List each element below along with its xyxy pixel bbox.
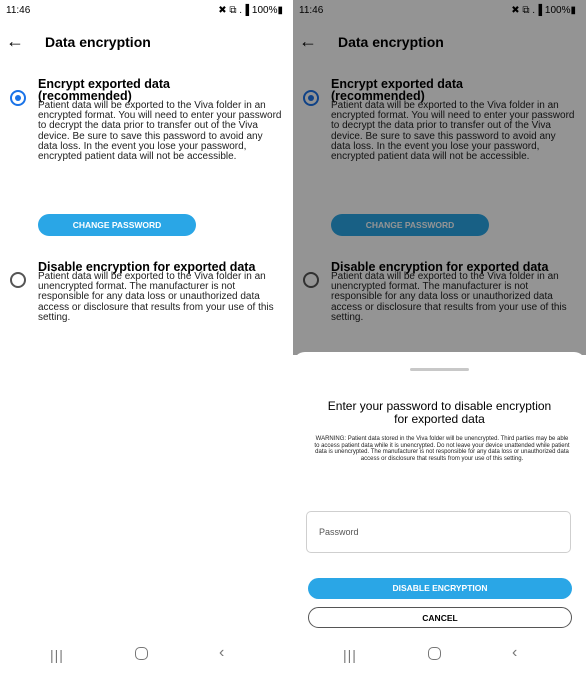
nav-back-icon[interactable]: ‹: [512, 644, 517, 662]
dialog-title: Enter your password to disable encryptio…: [327, 399, 552, 426]
home-icon[interactable]: [135, 647, 148, 660]
password-field[interactable]: [306, 511, 571, 553]
encrypt-option-description: Patient data will be exported to the Viv…: [38, 100, 282, 163]
password-bottom-sheet: Enter your password to disable encryptio…: [293, 352, 586, 679]
status-time: 11:46: [6, 5, 31, 16]
radio-selected-icon[interactable]: [10, 90, 26, 106]
app-bar: ← Data encryption: [0, 24, 293, 58]
system-nav-bar: ||| ‹: [293, 631, 586, 679]
change-password-button[interactable]: CHANGE PASSWORD: [38, 214, 196, 236]
disable-encryption-button[interactable]: DISABLE ENCRYPTION: [308, 578, 572, 599]
radio-unselected-icon[interactable]: [10, 272, 26, 288]
encrypt-option-title: Encrypt exported data (recommended): [38, 78, 283, 103]
home-icon[interactable]: [428, 647, 441, 660]
modal-scrim[interactable]: [293, 0, 586, 355]
back-arrow-icon[interactable]: ←: [6, 32, 24, 50]
recent-apps-icon[interactable]: |||: [50, 647, 64, 663]
status-bar: 11:46 ✖ ⧉ .▐ 100%▮: [0, 0, 293, 22]
disable-option-description: Patient data will be exported to the Viv…: [38, 271, 274, 323]
screen-data-encryption-dialog: 11:46 ✖ ⧉ .▐ 100%▮ ← Data encryption Enc…: [293, 0, 586, 679]
dialog-warning: WARNING: Patient data stored in the Viva…: [314, 436, 570, 462]
status-indicators-icon: ✖ ⧉ .▐ 100%▮: [218, 5, 283, 16]
cancel-button[interactable]: CANCEL: [308, 607, 572, 628]
recent-apps-icon[interactable]: |||: [343, 647, 357, 663]
sheet-drag-handle[interactable]: [410, 368, 469, 371]
screen-data-encryption: 11:46 ✖ ⧉ .▐ 100%▮ ← Data encryption Enc…: [0, 0, 293, 679]
page-title: Data encryption: [45, 34, 151, 50]
nav-back-icon[interactable]: ‹: [219, 644, 224, 662]
system-nav-bar: ||| ‹: [0, 631, 293, 679]
